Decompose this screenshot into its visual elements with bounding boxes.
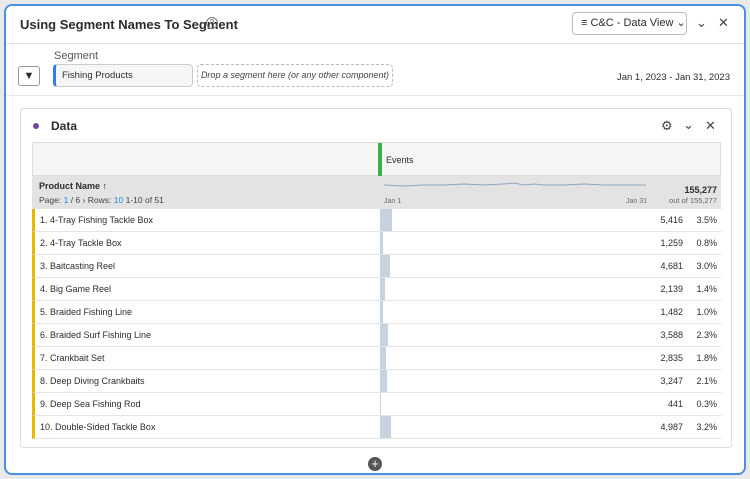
filter-icon: ▼ (23, 70, 35, 82)
row-value: 3,247 (660, 376, 683, 386)
row-bar (380, 393, 382, 415)
table-row[interactable]: 4. Big Game Reel 2,139 1.4% (32, 278, 721, 301)
row-bar (380, 416, 391, 438)
segment-chip[interactable]: Fishing Products (53, 64, 193, 87)
rows-label: Rows: (87, 195, 112, 205)
summary-row: Product Name ↑ Page: 1 / 6 › Rows: 10 1-… (32, 176, 721, 209)
chevron-down-icon[interactable]: ⌄ (683, 117, 694, 133)
header: Using Segment Names To Segment ? ≡ C&C -… (6, 6, 744, 44)
table-row[interactable]: 3. Baitcasting Reel 4,681 3.0% (32, 255, 721, 278)
row-name[interactable]: 2. 4-Tray Tackle Box (40, 238, 122, 248)
freeform-table: Events Product Name ↑ Page: 1 / 6 › Rows… (32, 142, 721, 439)
table-row[interactable]: 5. Braided Fishing Line 1,482 1.0% (32, 301, 721, 324)
row-percent: 1.8% (696, 353, 717, 363)
row-value: 2,139 (660, 284, 683, 294)
chevron-down-icon: ⌄ (676, 17, 686, 29)
metric-header-events[interactable]: Events (378, 143, 414, 176)
table-row[interactable]: 6. Braided Surf Fishing Line 3,588 2.3% (32, 324, 721, 347)
row-bar (380, 324, 388, 346)
plus-icon: + (371, 456, 379, 471)
table-row[interactable]: 8. Deep Diving Crankbaits 3,247 2.1% (32, 370, 721, 393)
row-bar (380, 301, 384, 323)
project-panel: Using Segment Names To Segment ? ≡ C&C -… (4, 4, 746, 475)
page-count: / 6 (70, 195, 81, 205)
collapse-chevron-icon[interactable]: ⌄ (696, 15, 707, 31)
sparkline (384, 182, 646, 187)
row-percent: 2.3% (696, 330, 717, 340)
row-bar (380, 370, 388, 392)
pagination: Page: 1 / 6 › Rows: 10 1-10 of 51 (39, 195, 164, 205)
row-bar (380, 278, 385, 300)
dimension-label: Product Name (39, 181, 101, 191)
close-icon[interactable]: ✕ (718, 15, 729, 31)
row-percent: 1.4% (696, 284, 717, 294)
dimension-header[interactable]: Product Name ↑ (39, 181, 107, 191)
sort-ascending-icon[interactable]: ↑ (103, 181, 108, 191)
table-row[interactable]: 9. Deep Sea Fishing Rod 441 0.3% (32, 393, 721, 416)
row-bar (380, 347, 387, 369)
segment-filter-button[interactable]: ▼ (18, 66, 40, 86)
add-panel-button[interactable]: + (368, 457, 382, 471)
table-row[interactable]: 10. Double-Sided Tackle Box 4,987 3.2% (32, 416, 721, 439)
close-icon[interactable]: ✕ (705, 118, 716, 134)
row-percent: 3.0% (696, 261, 717, 271)
metric-total: 155,277 (684, 185, 717, 195)
table-row[interactable]: 2. 4-Tray Tackle Box 1,259 0.8% (32, 232, 721, 255)
panel-title: Data (51, 119, 78, 133)
row-value: 1,482 (660, 307, 683, 317)
row-name[interactable]: 4. Big Game Reel (40, 284, 111, 294)
row-value: 2,835 (660, 353, 683, 363)
row-name[interactable]: 3. Baitcasting Reel (40, 261, 115, 271)
table-body: 1. 4-Tray Fishing Tackle Box 5,416 3.5% 2… (32, 209, 721, 439)
sparkline-end: Jan 31 (626, 198, 648, 205)
row-name[interactable]: 5. Braided Fishing Line (40, 307, 132, 317)
row-percent: 1.0% (696, 307, 717, 317)
row-name[interactable]: 10. Double-Sided Tackle Box (40, 422, 155, 432)
row-name[interactable]: 1. 4-Tray Fishing Tackle Box (40, 215, 153, 225)
row-value: 4,987 (660, 422, 683, 432)
date-range[interactable]: Jan 1, 2023 - Jan 31, 2023 (617, 72, 730, 83)
freeform-table-panel: Data ⚙ ⌄ ✕ Events Product Name ↑ Page: 1… (20, 108, 732, 448)
rows-per-page[interactable]: 10 (114, 195, 123, 205)
sparkline-start: Jan 1 (384, 198, 402, 205)
row-name[interactable]: 7. Crankbait Set (40, 353, 105, 363)
row-percent: 0.3% (696, 399, 717, 409)
row-range: 1-10 of 51 (125, 195, 164, 205)
segment-label: Segment (54, 50, 99, 62)
table-row[interactable]: 7. Crankbait Set 2,835 1.8% (32, 347, 721, 370)
panel-status-dot (33, 123, 39, 129)
row-percent: 3.2% (696, 422, 717, 432)
segment-drop-zone[interactable]: Drop a segment here (or any other compon… (197, 64, 393, 87)
row-bar (380, 232, 383, 254)
segment-bar: Segment ▼ Fishing Products Drop a segmen… (6, 44, 744, 96)
metric-header-row: Events (32, 142, 721, 176)
page-number[interactable]: 1 (64, 195, 69, 205)
next-page-icon[interactable]: › (83, 195, 86, 205)
page-label: Page: (39, 195, 62, 205)
table-row[interactable]: 1. 4-Tray Fishing Tackle Box 5,416 3.5% (32, 209, 721, 232)
metric-total-sub: out of 155,277 (669, 196, 717, 205)
row-value: 441 (667, 399, 683, 409)
help-icon[interactable]: ? (206, 17, 218, 29)
row-percent: 0.8% (696, 238, 717, 248)
row-name[interactable]: 6. Braided Surf Fishing Line (40, 330, 151, 340)
row-value: 3,588 (660, 330, 683, 340)
row-name[interactable]: 9. Deep Sea Fishing Rod (40, 399, 141, 409)
row-value: 4,681 (660, 261, 683, 271)
data-view-dropdown[interactable]: ≡ C&C - Data View ⌄ (572, 12, 687, 35)
row-name[interactable]: 8. Deep Diving Crankbaits (40, 376, 145, 386)
row-value: 1,259 (660, 238, 683, 248)
row-percent: 2.1% (696, 376, 717, 386)
row-value: 5,416 (660, 215, 683, 225)
row-percent: 3.5% (696, 215, 717, 225)
data-view-label: C&C - Data View (590, 17, 674, 29)
gear-icon[interactable]: ⚙ (661, 118, 673, 134)
row-bar (380, 209, 392, 231)
row-bar (380, 255, 391, 277)
